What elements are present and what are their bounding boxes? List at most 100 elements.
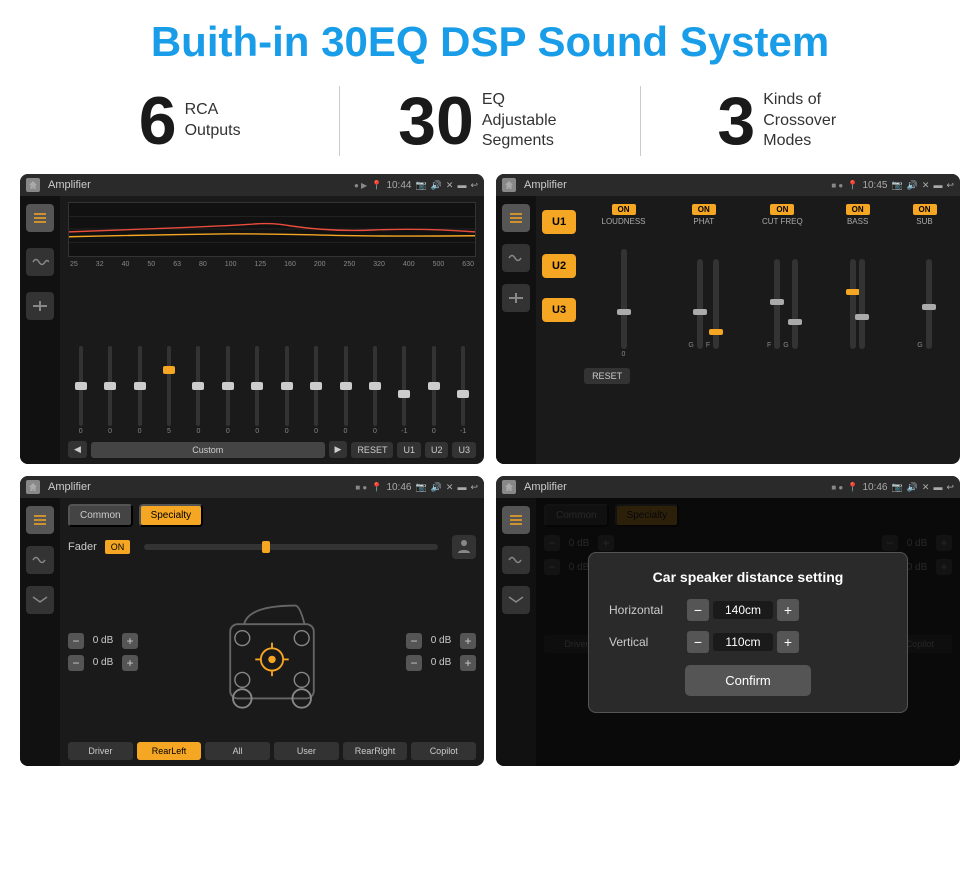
sub-g-slider[interactable] (926, 259, 932, 349)
cross-wave-icon[interactable] (502, 244, 530, 272)
fader-sliders-icon[interactable] (26, 506, 54, 534)
eq-wave-icon[interactable] (26, 248, 54, 276)
eq-slider-9: 0 (333, 346, 358, 435)
horizontal-label: Horizontal (609, 603, 679, 617)
minimize-icon-3[interactable]: ▬ (457, 482, 466, 492)
db-rl-plus[interactable]: + (122, 655, 138, 671)
close-icon-2[interactable]: ✕ (922, 180, 930, 191)
fader-bottom-buttons: Driver RearLeft All User RearRight Copil… (68, 742, 476, 760)
eq-u2-button[interactable]: U2 (425, 442, 449, 458)
horizontal-minus-button[interactable]: − (687, 599, 709, 621)
dot-indicators-2: ■ ● (831, 181, 843, 190)
close-icon-3[interactable]: ✕ (446, 482, 454, 493)
eq-preset-label[interactable]: Custom (91, 442, 325, 458)
minimize-icon-2[interactable]: ▬ (933, 180, 942, 190)
rearleft-button[interactable]: RearLeft (137, 742, 202, 760)
app-name-2: Amplifier (524, 179, 827, 191)
fader-wave-icon[interactable] (26, 546, 54, 574)
status-icons-3: 📍 10:46 📷 🔊 ✕ ▬ ↩ (371, 482, 478, 493)
db-rr-plus[interactable]: + (460, 655, 476, 671)
dot-indicators-4: ■ ● (831, 483, 843, 492)
eq-u3-button[interactable]: U3 (452, 442, 476, 458)
cutfreq-f-slider[interactable] (774, 259, 780, 349)
dist-wave-icon[interactable] (502, 546, 530, 574)
db-fr-minus[interactable]: − (406, 633, 422, 649)
all-button[interactable]: All (205, 742, 270, 760)
eq-reset-button[interactable]: RESET (351, 442, 393, 458)
phat-label: PHAT (693, 217, 714, 226)
eq-slider-8: 0 (303, 346, 328, 435)
cutfreq-on-badge[interactable]: ON (770, 204, 794, 215)
eq-slider-3: 5 (156, 346, 181, 435)
time-3: 10:46 (386, 482, 411, 493)
home-icon-2[interactable] (502, 178, 516, 192)
horizontal-plus-button[interactable]: + (777, 599, 799, 621)
db-fl-value: 0 dB (88, 635, 118, 646)
eq-slider-2: 0 (127, 346, 152, 435)
home-icon-1[interactable] (26, 178, 40, 192)
close-icon-4[interactable]: ✕ (922, 482, 930, 493)
db-fr-plus[interactable]: + (460, 633, 476, 649)
tab-specialty[interactable]: Specialty (139, 504, 204, 527)
eq-balance-icon[interactable] (26, 292, 54, 320)
copilot-button[interactable]: Copilot (411, 742, 476, 760)
dialog-confirm-area: Confirm (609, 665, 887, 696)
phat-g-slider[interactable] (697, 259, 703, 349)
db-rr-value: 0 dB (426, 657, 456, 668)
loudness-on-badge[interactable]: ON (612, 204, 636, 215)
db-fl-plus[interactable]: + (122, 633, 138, 649)
crossover-reset-button[interactable]: RESET (584, 368, 630, 384)
back-icon-3[interactable]: ↩ (470, 482, 478, 493)
location-icon-3: 📍 (371, 482, 382, 493)
vertical-plus-button[interactable]: + (777, 631, 799, 653)
fader-on-toggle[interactable]: ON (105, 540, 131, 554)
screen-distance: Amplifier ■ ● 📍 10:46 📷 🔊 ✕ ▬ ↩ (496, 476, 960, 766)
bass-on-badge[interactable]: ON (846, 204, 870, 215)
cutfreq-g-slider[interactable] (792, 259, 798, 349)
phat-f-slider[interactable] (713, 259, 719, 349)
u2-select-button[interactable]: U2 (542, 254, 576, 278)
confirm-button[interactable]: Confirm (685, 665, 811, 696)
eq-u1-button[interactable]: U1 (397, 442, 421, 458)
eq-graph (68, 202, 476, 257)
minimize-icon-4[interactable]: ▬ (933, 482, 942, 492)
dist-expand-icon[interactable] (502, 586, 530, 614)
u3-select-button[interactable]: U3 (542, 298, 576, 322)
bass-slider2[interactable] (859, 259, 865, 349)
rearright-button[interactable]: RearRight (343, 742, 408, 760)
minimize-icon-1[interactable]: ▬ (457, 180, 466, 190)
dist-sliders-icon[interactable] (502, 506, 530, 534)
cross-balance-icon[interactable] (502, 284, 530, 312)
cross-sliders-icon[interactable] (502, 204, 530, 232)
eq-slider-7: 0 (274, 346, 299, 435)
db-rr-minus[interactable]: − (406, 655, 422, 671)
eq-next-button[interactable]: ▶ (329, 441, 348, 458)
time-1: 10:44 (386, 180, 411, 191)
fader-expand-icon[interactable] (26, 586, 54, 614)
vertical-minus-button[interactable]: − (687, 631, 709, 653)
back-icon-1[interactable]: ↩ (470, 180, 478, 191)
close-icon-1[interactable]: ✕ (446, 180, 454, 191)
home-icon-4[interactable] (502, 480, 516, 494)
fader-person-icon[interactable] (452, 535, 476, 559)
back-icon-2[interactable]: ↩ (946, 180, 954, 191)
loudness-slider[interactable] (621, 249, 627, 349)
tab-common[interactable]: Common (68, 504, 133, 527)
eq-slider-13: -1 (450, 346, 475, 435)
phat-on-badge[interactable]: ON (692, 204, 716, 215)
db-fl-minus[interactable]: − (68, 633, 84, 649)
user-button[interactable]: User (274, 742, 339, 760)
db-row-fl: − 0 dB + (68, 633, 138, 649)
back-icon-4[interactable]: ↩ (946, 482, 954, 493)
sub-on-badge[interactable]: ON (913, 204, 937, 215)
db-rl-minus[interactable]: − (68, 655, 84, 671)
stat-eq: 30 EQ AdjustableSegments (360, 87, 619, 155)
home-icon-3[interactable] (26, 480, 40, 494)
eq-prev-button[interactable]: ◀ (68, 441, 87, 458)
bass-slider1[interactable] (850, 259, 856, 349)
time-2: 10:45 (862, 180, 887, 191)
driver-button[interactable]: Driver (68, 742, 133, 760)
eq-sliders-icon[interactable] (26, 204, 54, 232)
u1-select-button[interactable]: U1 (542, 210, 576, 234)
dot-indicators-3: ■ ● (355, 483, 367, 492)
